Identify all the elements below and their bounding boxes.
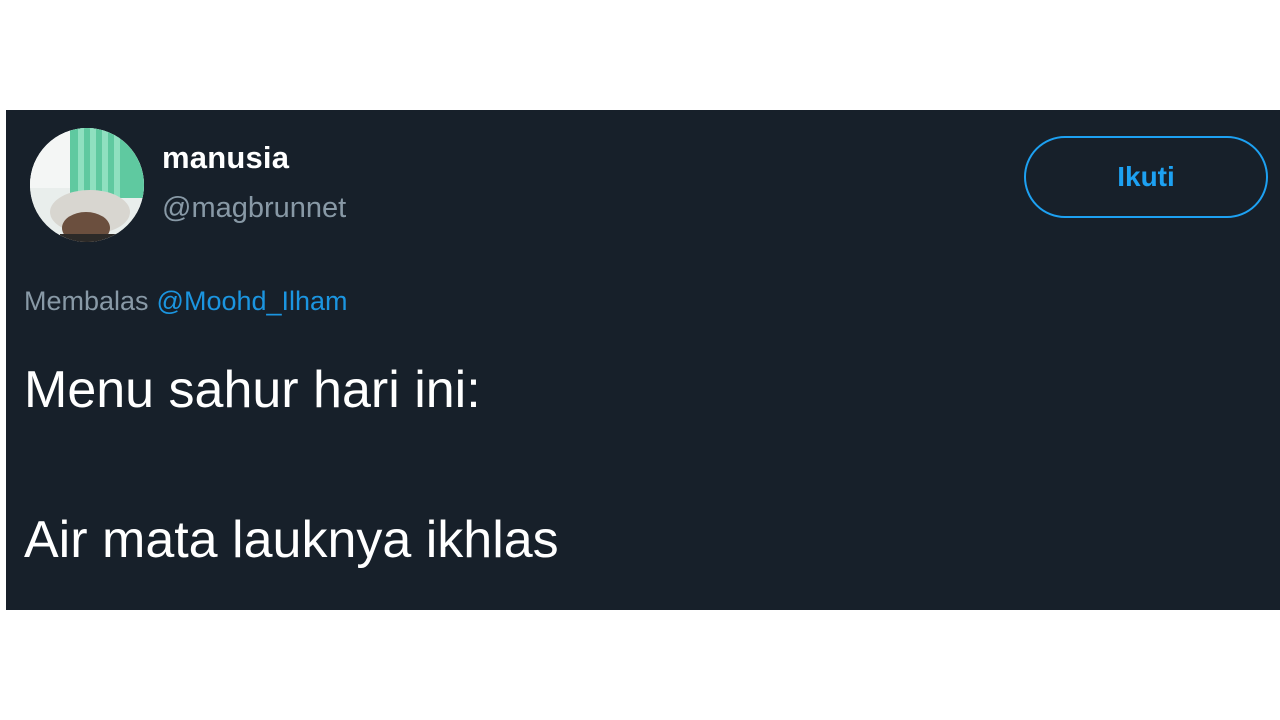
tweet-card: manusia @magbrunnet Ikuti Membalas @Moohd…	[6, 110, 1280, 610]
reply-label: Membalas	[24, 286, 149, 316]
profile-photo-icon	[30, 128, 144, 242]
reply-context: Membalas @Moohd_Ilham	[24, 286, 348, 317]
reply-mention-link[interactable]: @Moohd_Ilham	[157, 286, 348, 316]
tweet-text-line: Menu sahur hari ini:	[24, 361, 481, 419]
user-handle[interactable]: @magbrunnet	[162, 192, 346, 225]
follow-button[interactable]: Ikuti	[1024, 136, 1268, 218]
user-display-name[interactable]: manusia	[162, 140, 289, 176]
user-avatar[interactable]	[30, 128, 144, 242]
tweet-text-line: Air mata lauknya ikhlas	[24, 511, 559, 569]
